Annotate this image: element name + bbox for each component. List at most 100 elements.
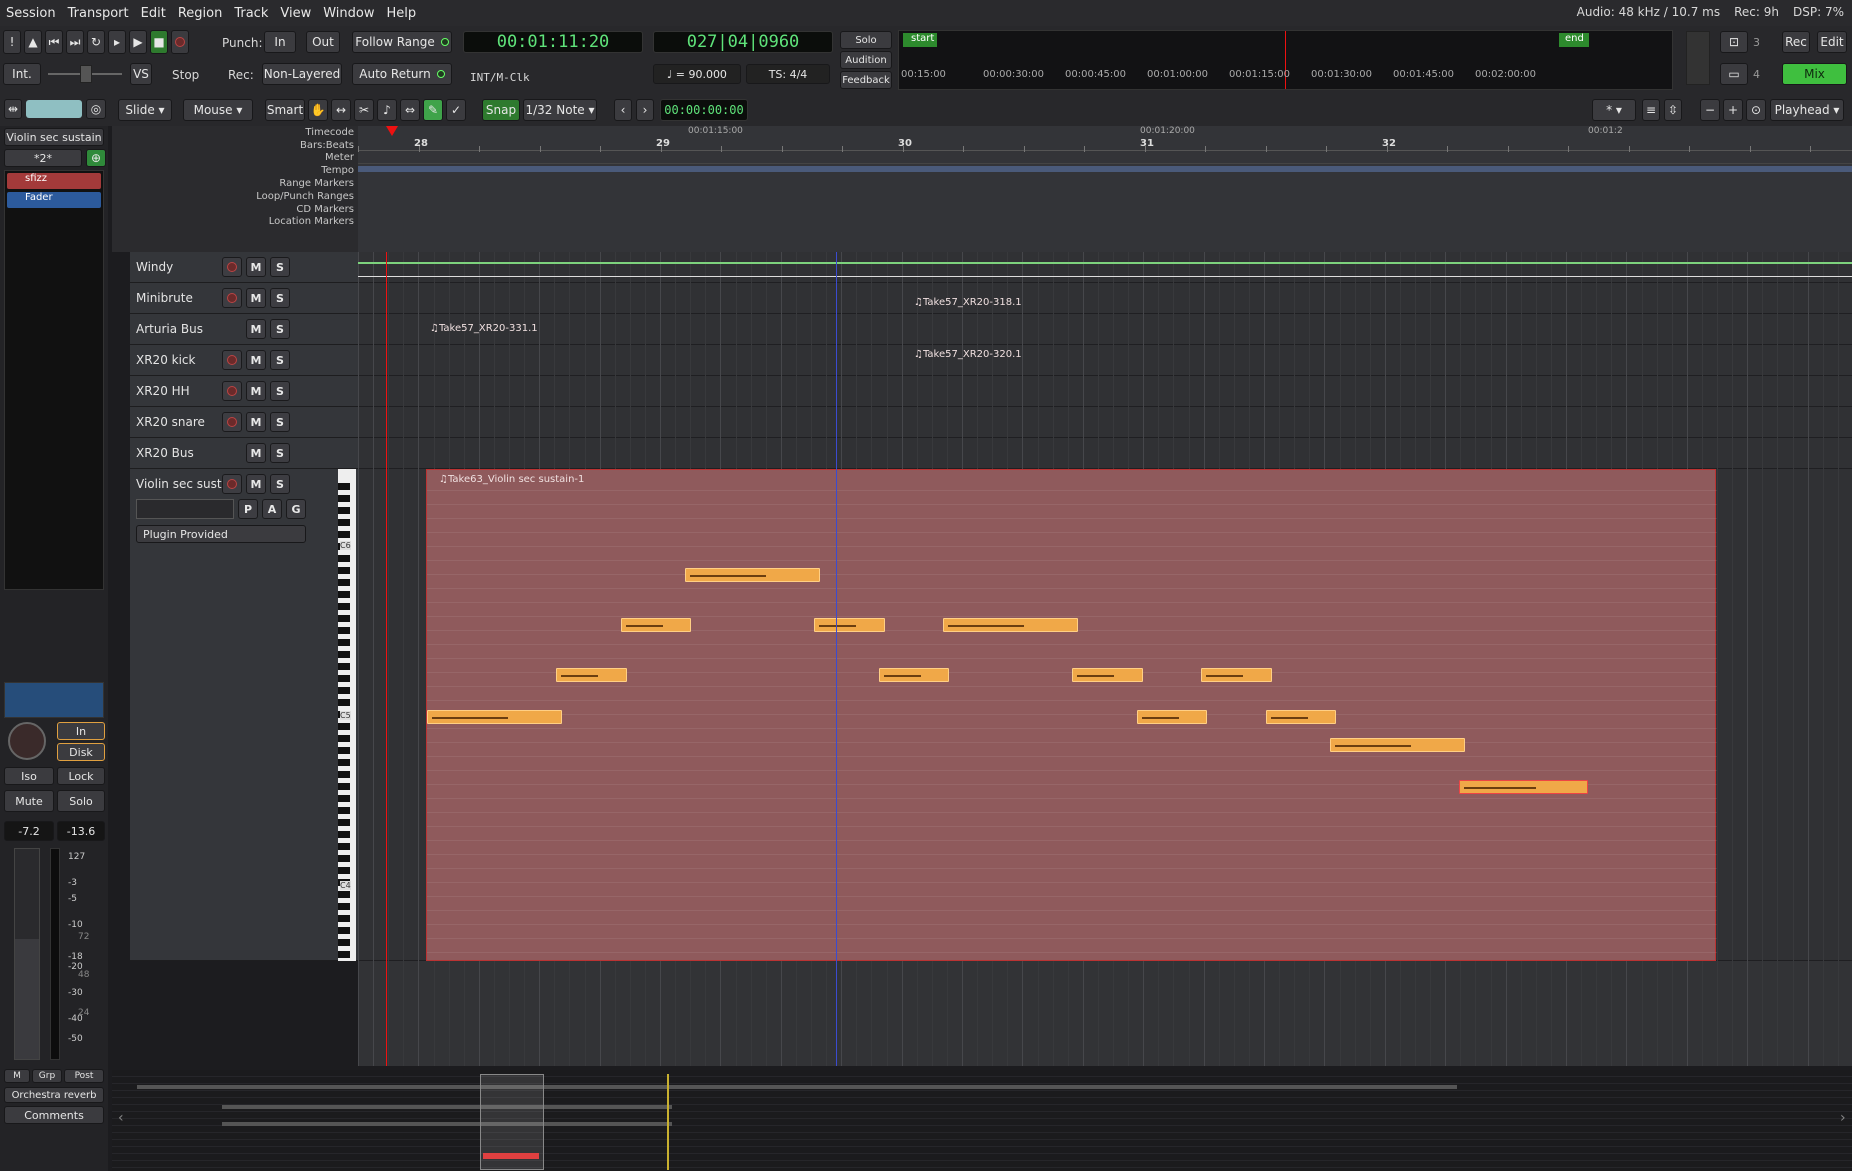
piano-black-key[interactable] [338, 891, 350, 898]
goto-end-icon[interactable]: ⏭ [66, 30, 84, 54]
piano-black-key[interactable] [338, 579, 350, 586]
visibility-icon[interactable]: ◎ [86, 99, 106, 119]
track-name[interactable]: Minibrute [136, 291, 193, 305]
track-solo-button[interactable]: S [270, 381, 290, 401]
piano-black-key[interactable] [338, 927, 350, 934]
tempo-ruler[interactable] [358, 166, 1852, 172]
track-rec-button[interactable] [222, 412, 242, 432]
track-mute-button[interactable]: M [246, 412, 266, 432]
piano-black-key[interactable] [338, 939, 350, 946]
piano-black-key[interactable] [338, 759, 350, 766]
track-rec-button[interactable] [222, 257, 242, 277]
track-solo-button[interactable]: S [270, 319, 290, 339]
piano-black-key[interactable] [338, 687, 350, 694]
piano-black-key[interactable] [338, 639, 350, 646]
plugin-sfizz[interactable]: sfizz [7, 173, 101, 189]
comp-button[interactable]: *2* [4, 149, 82, 167]
piano-black-key[interactable] [338, 531, 350, 538]
piano-black-key[interactable] [338, 519, 350, 526]
midi-note[interactable] [1330, 738, 1466, 752]
track-mute-button[interactable]: M [246, 381, 266, 401]
zoom-out-icon[interactable]: − [1700, 99, 1720, 121]
midi-note[interactable] [1459, 780, 1588, 794]
midi-region[interactable]: ♫Take63_Violin sec sustain-1 [426, 469, 1717, 961]
meter-ruler[interactable] [358, 152, 1852, 164]
midi-note[interactable] [685, 568, 821, 582]
track-automation-button[interactable]: A [262, 499, 282, 519]
audition-button[interactable]: Audition [840, 51, 892, 69]
track-lane[interactable] [358, 438, 1852, 469]
piano-black-key[interactable] [338, 663, 350, 670]
track-name[interactable]: Windy [136, 260, 173, 274]
tempo-display[interactable]: ♩ = 90.000 [653, 64, 741, 84]
menu-edit[interactable]: Edit [135, 6, 172, 21]
cut-tool-icon[interactable]: ✂ [354, 99, 374, 121]
midi-note[interactable] [427, 710, 563, 724]
snap-button[interactable]: Snap [482, 99, 520, 121]
zoom-preset[interactable] [26, 100, 82, 118]
strip-name-button[interactable]: Violin sec sustain [4, 128, 104, 146]
play-icon[interactable]: ▶ [129, 30, 147, 54]
piano-black-key[interactable] [338, 795, 350, 802]
output-button[interactable]: Orchestra reverb [4, 1087, 104, 1103]
panic-icon[interactable]: ! [3, 30, 21, 54]
playhead-marker[interactable] [386, 126, 398, 136]
track-lane[interactable] [358, 407, 1852, 438]
midi-note[interactable] [1136, 710, 1208, 724]
track-playlist-button[interactable]: P [238, 499, 258, 519]
menu-transport[interactable]: Transport [62, 6, 135, 21]
piano-black-key[interactable] [338, 819, 350, 826]
mini-timeline[interactable]: start end 00:15:00 00:00:30:00 00:00:45:00… [898, 30, 1673, 90]
track-solo-button[interactable]: S [270, 257, 290, 277]
audition-tool-icon[interactable]: ♪ [377, 99, 397, 121]
piano-keyboard[interactable]: C6 C5 C4 [338, 469, 356, 961]
track-header[interactable]: XR20 snare M S [130, 407, 358, 438]
feedback-button[interactable]: Feedback [840, 71, 892, 89]
content-tool-icon[interactable]: ✓ [446, 99, 466, 121]
piano-black-key[interactable] [338, 495, 350, 502]
track-mute-button[interactable]: M [246, 257, 266, 277]
mix-window-button[interactable]: Mix [1782, 63, 1847, 85]
track-gain-slider[interactable] [136, 499, 234, 519]
draw-tool-icon[interactable]: ✎ [423, 99, 443, 121]
midi-note[interactable] [1265, 710, 1337, 724]
track-header[interactable]: Arturia Bus M S [130, 314, 358, 345]
zoom-in-icon[interactable]: + [1723, 99, 1743, 121]
track-mute-button[interactable]: M [246, 350, 266, 370]
track-header[interactable]: XR20 kick M S [130, 345, 358, 376]
summary-viewport[interactable] [480, 1074, 544, 1170]
piano-black-key[interactable] [338, 627, 350, 634]
piano-black-key[interactable] [338, 783, 350, 790]
track-rec-button[interactable] [222, 288, 242, 308]
piano-black-key[interactable] [338, 867, 350, 874]
vs-button[interactable]: VS [130, 63, 152, 85]
punch-out-button[interactable]: Out [306, 31, 340, 53]
track-name[interactable]: XR20 Bus [136, 446, 194, 460]
piano-black-key[interactable] [338, 855, 350, 862]
play-range-icon[interactable]: ▸ [108, 30, 126, 54]
track-mute-button[interactable]: M [246, 288, 266, 308]
piano-black-key[interactable] [338, 807, 350, 814]
track-solo-button[interactable]: S [270, 350, 290, 370]
secondary-clock[interactable]: 027|04|0960 [653, 31, 833, 53]
piano-black-key[interactable] [338, 903, 350, 910]
primary-clock[interactable]: 00:01:11:20 [463, 31, 643, 53]
menu-view[interactable]: View [274, 6, 317, 21]
menu-track[interactable]: Track [228, 6, 274, 21]
ripple-mode-select[interactable]: Mouse ▾ [183, 99, 253, 121]
summary-pane[interactable]: ‹ › [112, 1070, 1852, 1171]
solo-monitor-button[interactable]: Solo [840, 31, 892, 49]
track-solo-button[interactable]: S [270, 288, 290, 308]
track-lane[interactable] [358, 283, 1852, 314]
zoom-focus-select[interactable]: * ▾ [1592, 99, 1636, 121]
piano-black-key[interactable] [338, 843, 350, 850]
piano-black-key[interactable] [338, 915, 350, 922]
stop-icon[interactable]: ■ [150, 30, 168, 54]
meter-point-post[interactable]: Post [64, 1069, 104, 1083]
start-marker[interactable]: start [903, 33, 937, 47]
midi-note[interactable] [620, 618, 692, 632]
midi-note[interactable] [814, 618, 885, 632]
piano-black-key[interactable] [338, 723, 350, 730]
track-mute-button[interactable]: M [246, 474, 266, 494]
summary-left-arrow-icon[interactable]: ‹ [118, 1110, 124, 1126]
